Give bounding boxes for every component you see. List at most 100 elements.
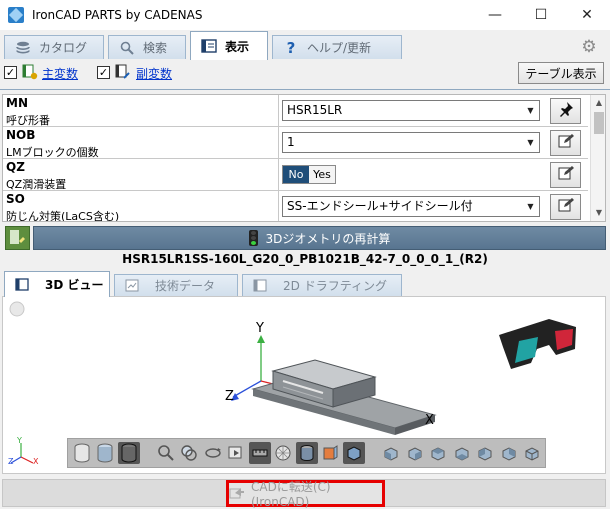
primary-vars-link[interactable]: 主変数	[42, 65, 78, 82]
secondary-vars-checkbox[interactable]: ✓	[97, 66, 110, 79]
edit-button[interactable]	[550, 130, 581, 156]
close-button[interactable]: ✕	[564, 0, 610, 30]
section-view-icon[interactable]	[296, 442, 318, 464]
view-bottom-icon[interactable]	[498, 442, 520, 464]
tab-search[interactable]: 検索	[108, 35, 186, 59]
param-row-mn: MN 呼び形番 HSR15LR ▼	[3, 95, 588, 127]
part-number: HSR15LR1SS-160L_G20_0_PB1021B_42-7_0_0_0…	[122, 252, 488, 266]
secondary-vars-link[interactable]: 副変数	[136, 65, 172, 82]
param-desc: 防じん対策(LaCS含む)	[6, 210, 120, 222]
param-code: SO	[6, 192, 25, 206]
edit-icon	[558, 197, 574, 217]
sphere-wireframe-icon[interactable]	[273, 442, 295, 464]
toggle-option-yes[interactable]: Yes	[309, 166, 335, 183]
view-iso-icon[interactable]	[521, 442, 543, 464]
param-desc: LMブロックの個数	[6, 146, 99, 159]
rotate-icon[interactable]	[202, 442, 224, 464]
3d-view-toolbar	[67, 438, 546, 468]
column-divider	[278, 127, 279, 159]
scroll-up-icon[interactable]: ▲	[591, 95, 605, 111]
maximize-button[interactable]: ☐	[518, 0, 564, 30]
iso-view-icon[interactable]	[343, 442, 365, 464]
primary-vars-icon	[22, 64, 38, 80]
chevron-down-icon: ▼	[527, 138, 534, 147]
pin-button[interactable]	[550, 98, 581, 124]
view-back-icon[interactable]	[404, 442, 426, 464]
minimize-button[interactable]: —	[472, 0, 518, 30]
app-logo-icon	[8, 7, 24, 23]
mini-axis-label-y: Y	[17, 436, 22, 445]
qz-toggle[interactable]: No Yes	[282, 165, 336, 184]
primary-vars-checkbox[interactable]: ✓	[4, 66, 17, 79]
tab-3d-view-label: 3D ビュー	[45, 278, 104, 292]
play-icon[interactable]	[226, 442, 248, 464]
param-select-nob[interactable]: 1 ▼	[282, 132, 540, 153]
zoom-icon[interactable]	[155, 442, 177, 464]
tab-catalog[interactable]: カタログ	[4, 35, 104, 59]
send-to-cad-button[interactable]: CADに転送(C) (IronCAD)	[226, 480, 385, 509]
scroll-down-icon[interactable]: ▼	[591, 205, 605, 221]
param-scrollbar[interactable]: ▲ ▼	[590, 95, 605, 221]
recalculate-label: 3Dジオメトリの再計算	[265, 231, 391, 246]
tab-tech-data[interactable]: 技術データ	[114, 274, 238, 296]
tab-divider	[0, 89, 610, 90]
param-select-so[interactable]: SS-エンドシール+サイドシール付 ▼	[282, 196, 540, 217]
param-value: SS-エンドシール+サイドシール付	[287, 199, 473, 213]
view-front-icon[interactable]	[380, 442, 402, 464]
gear-icon[interactable]: ⚙	[580, 38, 598, 56]
mini-axis-label-z: Z	[8, 457, 14, 466]
tab-2d-drafting-label: 2D ドラフティング	[283, 279, 387, 293]
measure-icon[interactable]	[249, 442, 271, 464]
tab-display[interactable]: 表示	[190, 31, 268, 60]
recalc-options-button[interactable]	[5, 226, 30, 250]
mini-axis-label-x: X	[33, 457, 39, 466]
axis-label-z: Z	[225, 389, 234, 404]
title-bar: IronCAD PARTS by CADENAS — ☐ ✕	[0, 0, 610, 30]
cylinder-shaded-icon[interactable]	[95, 442, 117, 464]
param-code: MN	[6, 96, 28, 110]
column-divider	[278, 191, 279, 221]
table-view-button[interactable]: テーブル表示	[518, 62, 604, 84]
tab-catalog-label: カタログ	[39, 41, 88, 55]
param-value: 1	[287, 135, 295, 149]
tab-help-label: ヘルプ/更新	[307, 41, 372, 55]
traffic-light-icon	[248, 230, 258, 246]
recalculate-button[interactable]: 3Dジオメトリの再計算	[33, 226, 606, 250]
zoom-fit-icon[interactable]	[179, 442, 201, 464]
cylinder-edges-icon[interactable]	[118, 442, 140, 464]
export-icon	[229, 485, 245, 503]
3d-viewport[interactable]: Y Z X Y X Z	[2, 296, 606, 474]
scroll-thumb[interactable]	[594, 112, 604, 134]
mini-x-axis	[20, 456, 34, 464]
edit-button[interactable]	[550, 162, 581, 188]
material-view-icon[interactable]	[320, 442, 342, 464]
tab-2d-drafting[interactable]: 2D ドラフティング	[242, 274, 402, 296]
tech-data-icon	[125, 279, 139, 292]
toggle-option-no[interactable]: No	[283, 166, 309, 183]
send-to-cad-label: CADに転送(C) (IronCAD)	[251, 480, 331, 509]
param-code: QZ	[6, 160, 25, 174]
param-select-mn[interactable]: HSR15LR ▼	[282, 100, 540, 121]
pin-icon	[558, 101, 574, 121]
parameter-table: MN 呼び形番 HSR15LR ▼ NOB LMブロックの個数 1 ▼ QZ Q…	[2, 94, 606, 222]
param-row-so: SO 防じん対策(LaCS含む) SS-エンドシール+サイドシール付 ▼	[3, 191, 588, 222]
param-desc: QZ潤滑装置	[6, 178, 67, 191]
view-right-icon[interactable]	[451, 442, 473, 464]
param-code: NOB	[6, 128, 36, 142]
tab-help[interactable]: ? ヘルプ/更新	[272, 35, 402, 59]
drafting-icon	[253, 279, 267, 292]
edit-button[interactable]	[550, 194, 581, 220]
edit-icon	[558, 165, 574, 185]
view-top-icon[interactable]	[474, 442, 496, 464]
chevron-down-icon: ▼	[527, 202, 534, 211]
tab-search-label: 検索	[143, 41, 168, 55]
tab-display-label: 表示	[225, 39, 250, 54]
tab-3d-view[interactable]: 3D ビュー	[4, 271, 110, 297]
view-left-icon[interactable]	[427, 442, 449, 464]
param-row-qz: QZ QZ潤滑装置 No Yes	[3, 159, 588, 191]
cylinder-wireframe-icon[interactable]	[71, 442, 93, 464]
display-icon	[201, 39, 217, 53]
param-value: HSR15LR	[287, 103, 343, 117]
y-axis-arrow	[257, 335, 265, 343]
search-icon	[119, 41, 135, 55]
